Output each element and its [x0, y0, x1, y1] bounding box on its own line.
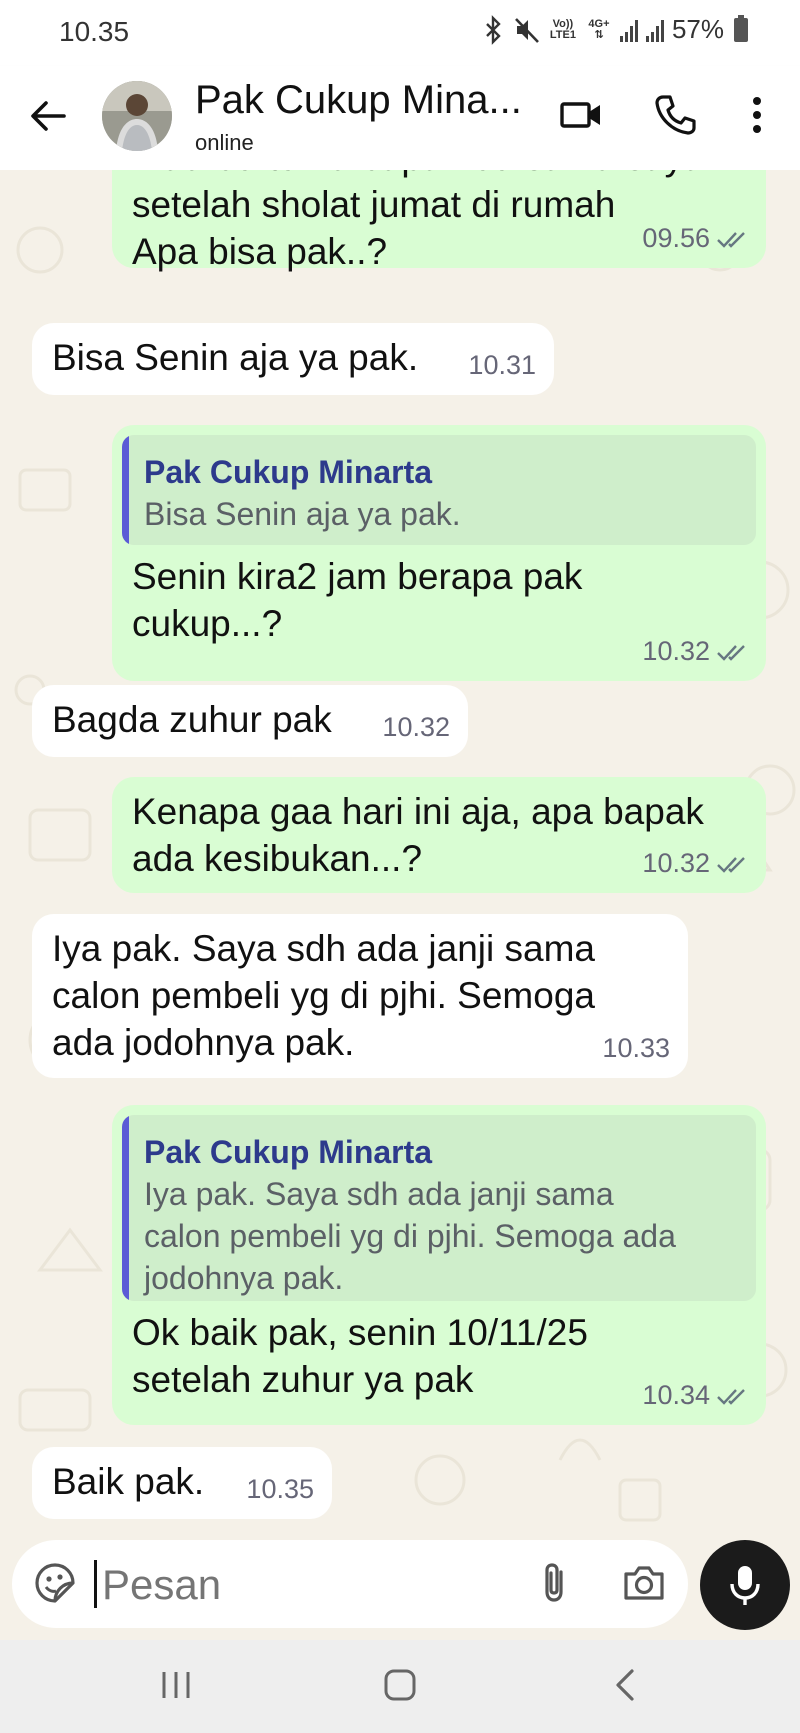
message-composer — [12, 1540, 688, 1628]
double-check-icon — [717, 644, 745, 661]
quote-author: Pak Cukup Minarta — [144, 454, 433, 490]
video-call-icon[interactable] — [556, 90, 606, 140]
more-options-icon[interactable] — [732, 90, 782, 140]
message-time: 09.56 — [642, 223, 710, 253]
battery-percent: 57% — [671, 14, 724, 44]
message-line: Senin kira2 jam berapa pak — [132, 556, 583, 597]
quote-line: calon pembeli yg di pjhi. Semoga ada — [144, 1218, 676, 1254]
quote-text: Bisa Senin aja ya pak. — [144, 496, 461, 532]
message-incoming[interactable]: Iya pak. Saya sdh ada janji sama calon p… — [32, 914, 688, 1078]
chat-header: Pak Cukup Mina... online — [0, 66, 800, 170]
avatar[interactable] — [102, 81, 172, 151]
message-text: Mau bertemu bapak bersama saya setelah s… — [132, 170, 704, 275]
network-type: 4G+ ⇅ — [586, 17, 612, 41]
message-meta: 10.32 — [642, 840, 748, 887]
message-meta: 10.34 — [642, 1372, 748, 1419]
nav-home-icon[interactable] — [382, 1667, 418, 1703]
nav-recents-icon[interactable] — [158, 1668, 194, 1702]
message-line: ada jodohnya pak. — [52, 1022, 355, 1063]
message-outgoing[interactable]: Mau bertemu bapak bersama saya setelah s… — [112, 170, 766, 272]
message-line: Kenapa gaa hari ini aja, apa bapak — [132, 791, 704, 832]
back-arrow-icon[interactable] — [26, 94, 70, 138]
contact-name[interactable]: Pak Cukup Mina... — [195, 78, 535, 123]
message-meta: 10.32 — [642, 628, 748, 675]
bluetooth-icon — [486, 14, 501, 45]
quote-line: Iya pak. Saya sdh ada janji sama — [144, 1176, 614, 1212]
signal-bars-icon — [619, 18, 638, 42]
message-line: ada kesibukan...? — [132, 838, 423, 879]
message-time: 10.32 — [642, 636, 710, 666]
voice-call-icon[interactable] — [650, 90, 700, 140]
message-text: Bisa Senin aja ya pak. — [52, 337, 419, 378]
message-line: Iya pak. Saya sdh ada janji sama — [52, 928, 595, 969]
message-time: 10.32 — [642, 848, 710, 878]
message-outgoing[interactable]: Pak Cukup Minarta Bisa Senin aja ya pak.… — [112, 425, 766, 681]
system-nav-bar — [0, 1640, 800, 1733]
status-icons: Vo)) LTE1 4G+ ⇅ 57% — [480, 14, 748, 45]
camera-icon[interactable] — [620, 1560, 668, 1606]
attachment-icon[interactable] — [532, 1560, 578, 1606]
message-time: 10.34 — [642, 1380, 710, 1410]
message-time: 10.35 — [246, 1474, 314, 1504]
message-outgoing[interactable]: Pak Cukup Minarta Iya pak. Saya sdh ada … — [112, 1105, 766, 1425]
mute-icon — [515, 17, 539, 43]
quote-author: Pak Cukup Minarta — [144, 1134, 433, 1170]
status-time: 10.35 — [59, 16, 130, 47]
message-incoming[interactable]: Bagda zuhur pak 10.32 — [32, 685, 468, 757]
message-text: Iya pak. Saya sdh ada janji sama calon p… — [52, 925, 595, 1066]
message-meta: 09.56 — [642, 215, 748, 262]
status-bar: 10.35 Vo)) LTE1 4G+ ⇅ 57% — [0, 0, 800, 66]
nav-back-icon[interactable] — [608, 1667, 644, 1703]
signal-bars-icon-2 — [645, 18, 664, 42]
message-time: 10.31 — [468, 350, 536, 380]
chat-area[interactable]: Mau bertemu bapak bersama saya setelah s… — [0, 170, 800, 1537]
message-text: Kenapa gaa hari ini aja, apa bapak ada k… — [132, 788, 704, 882]
voice-message-button[interactable] — [700, 1540, 790, 1630]
message-time: 10.33 — [602, 1033, 670, 1063]
battery-icon — [734, 14, 748, 42]
quote-bar — [122, 435, 129, 545]
message-text: Baik pak. — [52, 1461, 205, 1502]
message-incoming[interactable]: Bisa Senin aja ya pak. 10.31 — [32, 323, 554, 395]
volte-indicator: Vo)) LTE1 — [549, 17, 576, 41]
message-line: calon pembeli yg di pjhi. Semoga — [52, 975, 595, 1016]
message-line: setelah sholat jumat di rumah — [132, 184, 616, 225]
double-check-icon — [717, 231, 745, 248]
data-arrows-icon: ⇅ — [594, 28, 604, 41]
message-text: Bagda zuhur pak — [52, 699, 332, 740]
mic-icon — [730, 1566, 760, 1605]
message-text: Ok baik pak, senin 10/11/25 setelah zuhu… — [132, 1309, 588, 1403]
avatar-photo — [102, 81, 172, 151]
message-input[interactable] — [100, 1554, 524, 1616]
contact-status: online — [195, 130, 254, 155]
message-text: Senin kira2 jam berapa pak cukup...? — [132, 553, 582, 647]
message-line: Ok baik pak, senin 10/11/25 — [132, 1312, 588, 1353]
network-type-label: 4G+ — [588, 17, 610, 30]
quoted-message[interactable]: Pak Cukup Minarta Iya pak. Saya sdh ada … — [122, 1115, 756, 1301]
message-line: Mau bertemu bapak bersama saya — [132, 170, 704, 181]
message-outgoing[interactable]: Kenapa gaa hari ini aja, apa bapak ada k… — [112, 777, 766, 893]
message-incoming[interactable]: Baik pak. 10.35 — [32, 1447, 332, 1519]
quote-bar — [122, 1115, 129, 1301]
message-time: 10.32 — [382, 712, 450, 742]
message-line: Apa bisa pak..? — [132, 231, 388, 272]
quote-line: jodohnya pak. — [144, 1260, 344, 1296]
text-cursor — [94, 1560, 97, 1608]
quoted-message[interactable]: Pak Cukup Minarta Bisa Senin aja ya pak. — [122, 435, 756, 545]
quote-text: Iya pak. Saya sdh ada janji sama calon p… — [144, 1173, 676, 1299]
double-check-icon — [717, 1388, 745, 1405]
double-check-icon — [717, 856, 745, 873]
message-line: setelah zuhur ya pak — [132, 1359, 474, 1400]
sticker-icon[interactable] — [32, 1560, 78, 1606]
message-line: cukup...? — [132, 603, 283, 644]
